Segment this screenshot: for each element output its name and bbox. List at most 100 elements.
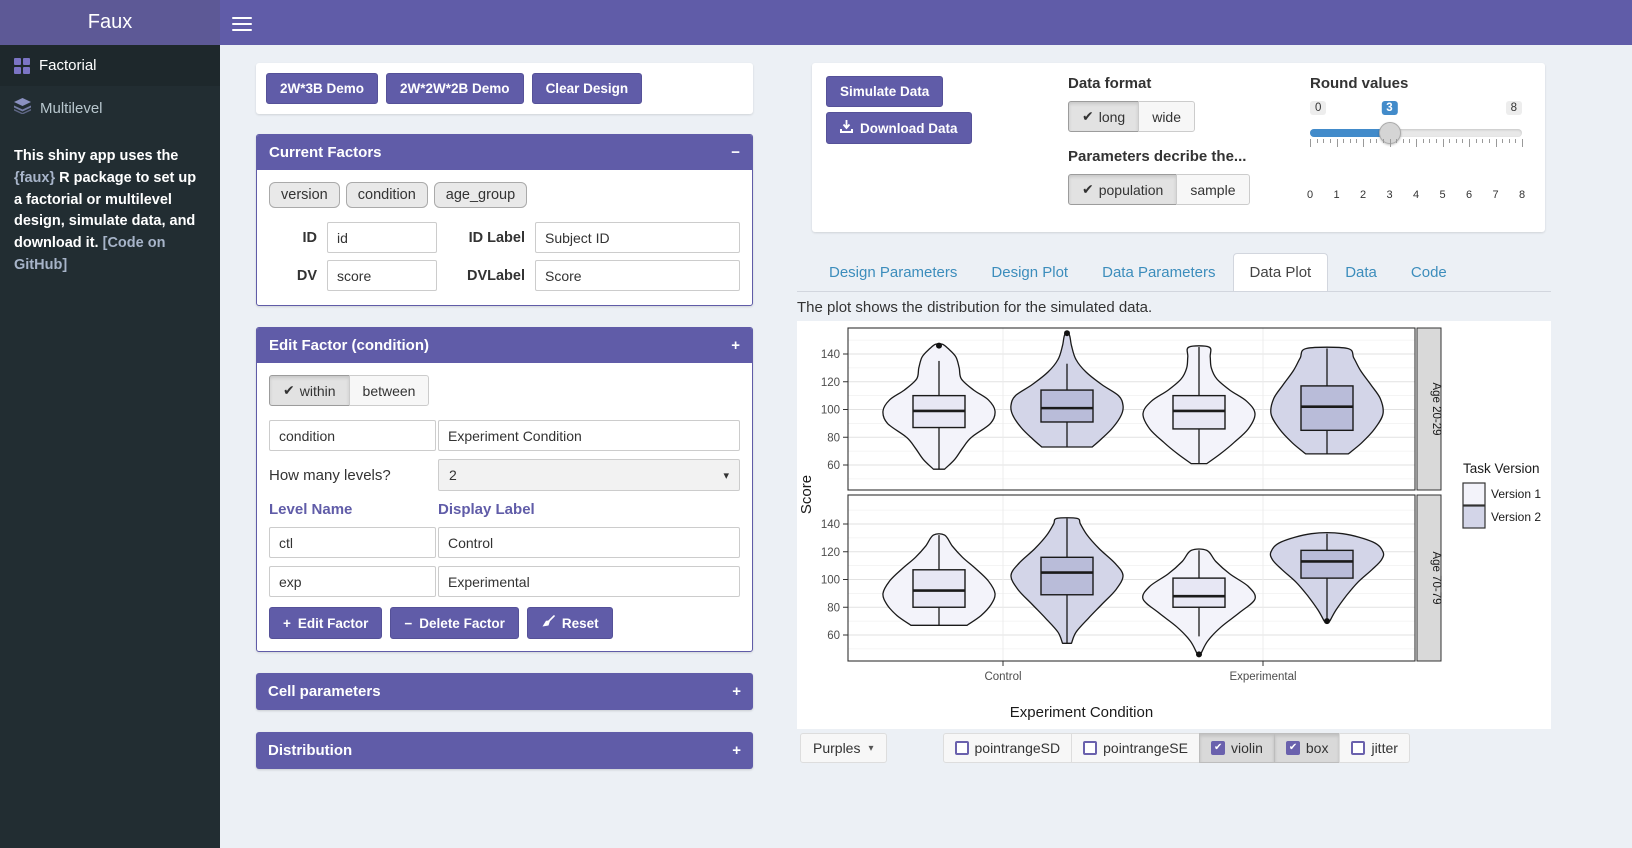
svg-text:60: 60 — [827, 630, 840, 642]
svg-text:80: 80 — [827, 602, 840, 614]
delete-factor-button[interactable]: −Delete Factor — [390, 607, 518, 639]
pointrangese-checkbox[interactable]: pointrangeSE — [1071, 733, 1200, 763]
level-name-input[interactable] — [269, 566, 436, 597]
id-label-field-label: ID Label — [447, 230, 525, 246]
checkbox-icon — [1286, 741, 1300, 755]
edit-factor-header: Edit Factor (condition) + — [257, 328, 752, 363]
top-navbar: Faux — [0, 0, 1632, 45]
factor-chip-condition[interactable]: condition — [346, 182, 428, 208]
panel-title: Cell parameters — [268, 683, 381, 700]
tab-data-plot[interactable]: Data Plot — [1233, 253, 1329, 291]
cell-parameters-panel[interactable]: Cell parameters + — [256, 673, 753, 710]
reset-button[interactable]: Reset — [527, 607, 613, 639]
demo-button-bar: 2W*3B Demo 2W*2W*2B Demo Clear Design — [256, 63, 753, 114]
dv-label-input[interactable] — [535, 260, 740, 291]
demo-2w2w2b-button[interactable]: 2W*2W*2B Demo — [386, 73, 524, 104]
jitter-checkbox[interactable]: jitter — [1339, 733, 1409, 763]
chevron-down-icon: ▾ — [723, 469, 729, 482]
sidebar: Factorial Multilevel This shiny app uses… — [0, 45, 220, 848]
demo-2w3b-button[interactable]: 2W*3B Demo — [266, 73, 378, 104]
svg-text:120: 120 — [821, 547, 840, 559]
tab-design-plot[interactable]: Design Plot — [974, 253, 1085, 291]
level-label-input[interactable] — [438, 527, 740, 558]
tab-data[interactable]: Data — [1328, 253, 1394, 291]
grid-icon — [14, 58, 30, 74]
checkbox-icon — [1351, 741, 1365, 755]
plot-options-group: pointrangeSD pointrangeSE violin box jit… — [943, 733, 1410, 763]
round-values-slider: 0 3 8 012345678 — [1310, 101, 1522, 179]
sidebar-item-label: Multilevel — [40, 100, 103, 117]
simulate-data-button[interactable]: Simulate Data — [826, 76, 943, 107]
current-factors-panel: Current Factors − version condition age_… — [256, 134, 753, 306]
tab-bar: Design Parameters Design Plot Data Param… — [797, 253, 1551, 292]
id-label-input[interactable] — [535, 222, 740, 253]
svg-text:140: 140 — [821, 349, 840, 361]
factor-chip-version[interactable]: version — [269, 182, 340, 208]
level-name-column-header: Level Name — [269, 501, 438, 518]
download-data-button[interactable]: Download Data — [826, 112, 972, 144]
factor-name-input[interactable] — [269, 420, 436, 451]
sidebar-about-text: This shiny app uses the {faux} R package… — [0, 130, 220, 293]
levels-select[interactable]: 2 ▾ — [438, 459, 740, 491]
sidebar-item-multilevel[interactable]: Multilevel — [0, 86, 220, 130]
sample-toggle[interactable]: ✔sample — [1176, 174, 1249, 205]
simulate-box: Simulate Data Download Data Data format … — [812, 63, 1545, 232]
svg-text:100: 100 — [821, 405, 840, 417]
dv-input[interactable] — [327, 260, 437, 291]
clear-design-button[interactable]: Clear Design — [532, 73, 643, 104]
broom-icon — [541, 615, 555, 631]
app-brand: Faux — [0, 0, 220, 45]
long-toggle[interactable]: ✔long — [1068, 101, 1139, 132]
wide-toggle[interactable]: ✔wide — [1138, 101, 1195, 132]
layers-icon — [14, 98, 31, 118]
svg-text:Task Version: Task Version — [1463, 461, 1540, 476]
box-checkbox[interactable]: box — [1274, 733, 1341, 763]
level-name-input[interactable] — [269, 527, 436, 558]
faux-link[interactable]: {faux} — [14, 170, 55, 186]
minus-icon: − — [404, 616, 412, 631]
slider-fill-bar — [1310, 129, 1390, 137]
pointrangesd-checkbox[interactable]: pointrangeSD — [943, 733, 1073, 763]
check-icon: ✔ — [1082, 108, 1094, 125]
collapse-plus-icon[interactable]: + — [731, 338, 740, 353]
tab-data-parameters[interactable]: Data Parameters — [1085, 253, 1232, 291]
sidebar-item-factorial[interactable]: Factorial — [0, 45, 220, 86]
sidebar-item-label: Factorial — [39, 57, 97, 74]
factor-display-input[interactable] — [438, 420, 740, 451]
plot-caption: The plot shows the distribution for the … — [797, 299, 1551, 316]
slider-min-badge: 0 — [1310, 101, 1326, 115]
expand-plus-icon[interactable]: + — [732, 743, 741, 758]
svg-text:120: 120 — [821, 377, 840, 389]
sidebar-toggle-icon[interactable] — [232, 13, 252, 31]
dv-label-field-label: DVLabel — [447, 268, 525, 284]
levels-question-label: How many levels? — [269, 467, 436, 484]
svg-text:Experimental: Experimental — [1229, 671, 1296, 683]
population-toggle[interactable]: ✔population — [1068, 174, 1177, 205]
violin-checkbox[interactable]: violin — [1199, 733, 1275, 763]
within-toggle[interactable]: ✔within — [269, 375, 350, 406]
check-icon: ✔ — [1082, 181, 1094, 198]
collapse-minus-icon[interactable]: − — [731, 145, 740, 160]
tab-code[interactable]: Code — [1394, 253, 1464, 291]
distribution-panel[interactable]: Distribution + — [256, 732, 753, 769]
tab-design-parameters[interactable]: Design Parameters — [812, 253, 974, 291]
expand-plus-icon[interactable]: + — [732, 684, 741, 699]
slider-value-badge: 3 — [1381, 101, 1397, 115]
between-toggle[interactable]: ✔between — [349, 375, 430, 406]
current-factors-header: Current Factors − — [257, 135, 752, 170]
edit-factor-button[interactable]: +Edit Factor — [269, 607, 382, 639]
display-label-column-header: Display Label — [438, 501, 535, 518]
id-input[interactable] — [327, 222, 437, 253]
check-icon: ✔ — [283, 382, 295, 399]
palette-select[interactable]: Purples ▾ — [800, 733, 887, 763]
factor-chip-age-group[interactable]: age_group — [434, 182, 527, 208]
slider-max-badge: 8 — [1506, 101, 1522, 115]
checkbox-icon — [1083, 741, 1097, 755]
svg-text:140: 140 — [821, 519, 840, 531]
svg-text:Age 20-29: Age 20-29 — [1430, 382, 1442, 435]
checkbox-icon — [1211, 741, 1225, 755]
round-values-label: Round values — [1310, 75, 1522, 92]
download-icon — [840, 120, 853, 136]
panel-title: Current Factors — [269, 144, 382, 161]
level-label-input[interactable] — [438, 566, 740, 597]
